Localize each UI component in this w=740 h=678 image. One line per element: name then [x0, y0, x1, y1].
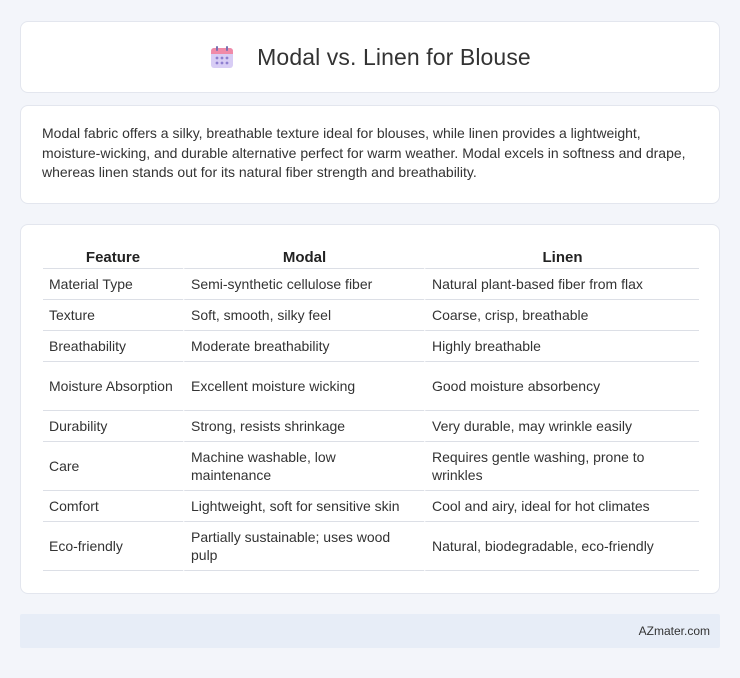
modal-cell: Strong, resists shrinkage	[183, 411, 424, 442]
modal-cell: Excellent moisture wicking	[183, 362, 424, 411]
modal-cell: Semi-synthetic cellulose fiber	[183, 269, 424, 300]
modal-cell: Machine washable, low maintenance	[183, 442, 424, 491]
feature-cell: Eco-friendly	[43, 522, 183, 571]
calendar-icon	[211, 46, 234, 68]
table-row: Durability Strong, resists shrinkage Ver…	[43, 411, 699, 442]
footer-site-link[interactable]: AZmater.com	[639, 624, 710, 638]
summary-card: Modal fabric offers a silky, breathable …	[20, 105, 720, 204]
modal-cell: Moderate breathability	[183, 331, 424, 362]
linen-cell: Natural, biodegradable, eco-friendly	[424, 522, 699, 571]
comparison-table: Feature Modal Linen Material Type Semi-s…	[43, 247, 699, 571]
feature-cell: Comfort	[43, 491, 183, 522]
table-row: Moisture Absorption Excellent moisture w…	[43, 362, 699, 411]
summary-text: Modal fabric offers a silky, breathable …	[42, 125, 686, 180]
table-row: Material Type Semi-synthetic cellulose f…	[43, 269, 699, 300]
table-row: Care Machine washable, low maintenance R…	[43, 442, 699, 491]
header-modal: Modal	[183, 247, 424, 269]
page: Modal vs. Linen for Blouse Modal fabric …	[0, 0, 740, 678]
feature-cell: Breathability	[43, 331, 183, 362]
table-row: Comfort Lightweight, soft for sensitive …	[43, 491, 699, 522]
linen-cell: Very durable, may wrinkle easily	[424, 411, 699, 442]
header-card: Modal vs. Linen for Blouse	[20, 21, 720, 93]
header-linen: Linen	[424, 247, 699, 269]
modal-cell: Lightweight, soft for sensitive skin	[183, 491, 424, 522]
table-row: Texture Soft, smooth, silky feel Coarse,…	[43, 300, 699, 331]
feature-cell: Durability	[43, 411, 183, 442]
table-row: Eco-friendly Partially sustainable; uses…	[43, 522, 699, 571]
title-wrap: Modal vs. Linen for Blouse	[209, 44, 531, 71]
feature-cell: Texture	[43, 300, 183, 331]
footer-bar: AZmater.com	[20, 614, 720, 648]
feature-cell: Care	[43, 442, 183, 491]
linen-cell: Requires gentle washing, prone to wrinkl…	[424, 442, 699, 491]
page-title: Modal vs. Linen for Blouse	[257, 43, 531, 70]
linen-cell: Good moisture absorbency	[424, 362, 699, 411]
table-card: Feature Modal Linen Material Type Semi-s…	[20, 224, 720, 594]
feature-cell: Moisture Absorption	[43, 362, 183, 411]
table-header-row: Feature Modal Linen	[43, 247, 699, 269]
feature-cell: Material Type	[43, 269, 183, 300]
linen-cell: Highly breathable	[424, 331, 699, 362]
table-row: Breathability Moderate breathability Hig…	[43, 331, 699, 362]
header-feature: Feature	[43, 247, 183, 269]
linen-cell: Coarse, crisp, breathable	[424, 300, 699, 331]
linen-cell: Cool and airy, ideal for hot climates	[424, 491, 699, 522]
modal-cell: Soft, smooth, silky feel	[183, 300, 424, 331]
modal-cell: Partially sustainable; uses wood pulp	[183, 522, 424, 571]
linen-cell: Natural plant-based fiber from flax	[424, 269, 699, 300]
